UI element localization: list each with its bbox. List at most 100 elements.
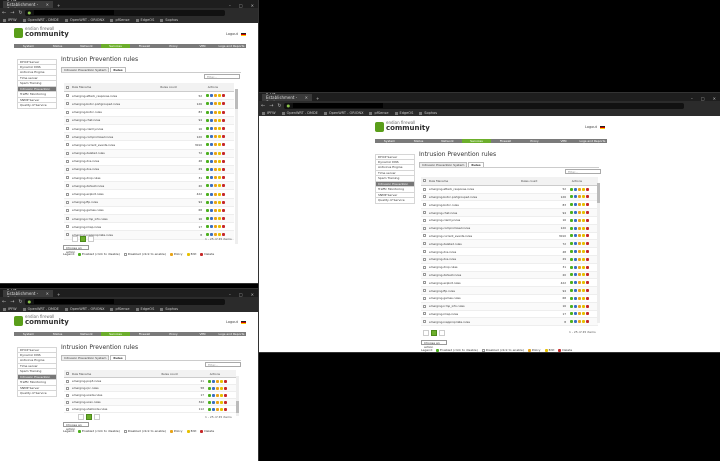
policy-icon[interactable] — [210, 167, 213, 171]
edit-icon[interactable] — [578, 320, 581, 324]
row-checkbox[interactable] — [423, 273, 426, 277]
select-all-checkbox[interactable] — [66, 85, 69, 89]
edit-icon[interactable] — [578, 296, 581, 300]
policy-icon[interactable] — [212, 400, 215, 404]
policy-icon[interactable] — [210, 102, 213, 106]
sidebar-item-qos[interactable]: Quality of Service — [17, 391, 57, 397]
delete-icon[interactable] — [586, 218, 589, 222]
back-icon[interactable]: ← — [0, 10, 8, 16]
enabled-toggle-icon[interactable] — [570, 289, 573, 293]
menu-firewall[interactable]: Firewall — [130, 332, 159, 336]
enabled-toggle-icon[interactable] — [206, 159, 209, 163]
page-next[interactable] — [94, 414, 100, 420]
header-rule-filename[interactable]: Rule filename — [429, 179, 521, 183]
row-checkbox[interactable] — [66, 135, 69, 139]
delete-icon[interactable] — [222, 225, 225, 229]
enabled-toggle-icon[interactable] — [570, 273, 573, 277]
scrollbar[interactable] — [236, 376, 239, 416]
bookmark-item[interactable]: pfSense — [107, 18, 132, 22]
info-icon[interactable] — [582, 211, 585, 215]
forward-icon[interactable]: → — [8, 299, 16, 305]
delete-icon[interactable] — [224, 407, 227, 411]
row-checkbox[interactable] — [423, 304, 426, 308]
info-icon[interactable] — [582, 304, 585, 308]
policy-icon[interactable] — [210, 110, 213, 114]
tab-ips[interactable]: Intrusion Prevention System — [61, 355, 110, 360]
policy-icon[interactable] — [574, 265, 577, 269]
row-checkbox[interactable] — [66, 159, 69, 163]
policy-icon[interactable] — [574, 234, 577, 238]
delete-icon[interactable] — [586, 265, 589, 269]
policy-icon[interactable] — [574, 218, 577, 222]
policy-icon[interactable] — [574, 312, 577, 316]
delete-icon[interactable] — [222, 118, 225, 122]
info-icon[interactable] — [582, 203, 585, 207]
edit-icon[interactable] — [214, 94, 217, 98]
reload-icon[interactable]: ↻ — [275, 103, 283, 109]
scrollbar[interactable] — [597, 183, 600, 323]
row-checkbox[interactable] — [66, 407, 69, 411]
bookmark-item[interactable]: Sophos — [157, 18, 181, 22]
menu-services[interactable]: Services — [101, 332, 130, 336]
edit-icon[interactable] — [578, 312, 581, 316]
row-checkbox[interactable] — [66, 386, 69, 390]
menu-status[interactable]: Status — [43, 44, 72, 48]
policy-icon[interactable] — [574, 195, 577, 199]
info-icon[interactable] — [582, 289, 585, 293]
info-icon[interactable] — [582, 242, 585, 246]
row-checkbox[interactable] — [66, 208, 69, 212]
menu-proxy[interactable]: Proxy — [520, 139, 549, 143]
page-next[interactable] — [439, 330, 445, 336]
address-bar[interactable]: ● — [24, 298, 225, 305]
enabled-toggle-icon[interactable] — [206, 151, 209, 155]
header-rule-filename[interactable]: Rule filename — [72, 372, 161, 376]
enabled-toggle-icon[interactable] — [206, 192, 209, 196]
menu-firewall[interactable]: Firewall — [491, 139, 520, 143]
edit-icon[interactable] — [578, 242, 581, 246]
edit-icon[interactable] — [578, 281, 581, 285]
row-checkbox[interactable] — [423, 218, 426, 222]
enabled-toggle-icon[interactable] — [570, 265, 573, 269]
menu-logs[interactable]: Logs and Reports — [217, 44, 246, 48]
row-checkbox[interactable] — [66, 217, 69, 221]
policy-icon[interactable] — [210, 184, 213, 188]
edit-icon[interactable] — [578, 203, 581, 207]
enabled-toggle-icon[interactable] — [570, 226, 573, 230]
policy-icon[interactable] — [210, 135, 213, 139]
delete-icon[interactable] — [224, 386, 227, 390]
policy-icon[interactable] — [210, 208, 213, 212]
delete-icon[interactable] — [222, 159, 225, 163]
row-checkbox[interactable] — [66, 143, 69, 147]
policy-icon[interactable] — [574, 250, 577, 254]
delete-icon[interactable] — [222, 200, 225, 204]
row-checkbox[interactable] — [66, 225, 69, 229]
row-checkbox[interactable] — [66, 192, 69, 196]
enabled-toggle-icon[interactable] — [570, 250, 573, 254]
policy-icon[interactable] — [210, 217, 213, 221]
policy-icon[interactable] — [574, 187, 577, 191]
delete-icon[interactable] — [586, 289, 589, 293]
menu-system[interactable]: System — [375, 139, 404, 143]
edit-icon[interactable] — [216, 407, 219, 411]
edit-icon[interactable] — [216, 400, 219, 404]
bookmark-item[interactable]: IPFW — [0, 18, 20, 22]
policy-icon[interactable] — [210, 94, 213, 98]
row-checkbox[interactable] — [423, 226, 426, 230]
bookmark-item[interactable]: pfSense — [107, 307, 132, 311]
menu-logs[interactable]: Logs and Reports — [217, 332, 246, 336]
edit-icon[interactable] — [578, 187, 581, 191]
delete-icon[interactable] — [222, 135, 225, 139]
policy-icon[interactable] — [574, 304, 577, 308]
edit-icon[interactable] — [214, 143, 217, 147]
row-checkbox[interactable] — [66, 379, 69, 383]
enabled-toggle-icon[interactable] — [570, 320, 573, 324]
bulk-action-select[interactable]: Choose an action — [63, 422, 89, 431]
policy-icon[interactable] — [210, 143, 213, 147]
edit-icon[interactable] — [578, 250, 581, 254]
delete-icon[interactable] — [586, 203, 589, 207]
info-icon[interactable] — [582, 187, 585, 191]
row-checkbox[interactable] — [423, 195, 426, 199]
enabled-toggle-icon[interactable] — [206, 225, 209, 229]
edit-icon[interactable] — [214, 192, 217, 196]
sidebar-item-qos[interactable]: Quality of Service — [17, 103, 57, 109]
